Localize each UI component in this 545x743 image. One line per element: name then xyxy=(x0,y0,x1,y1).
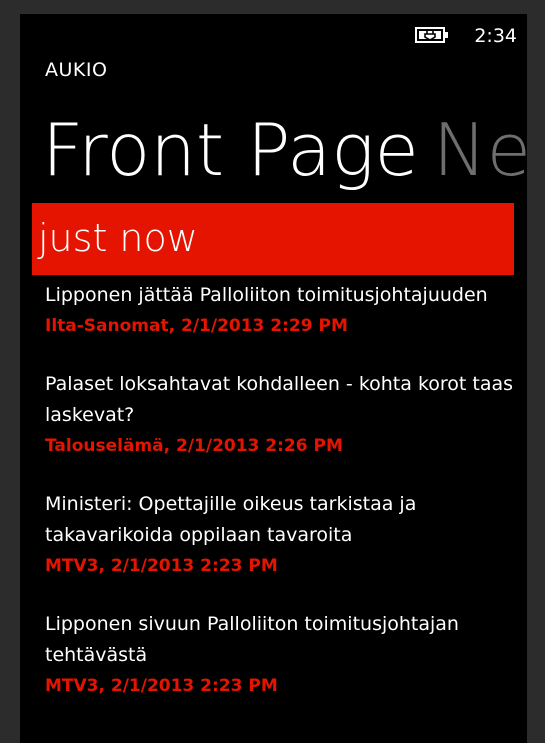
news-item[interactable]: Lipponen sivuun Palloliiton toimitusjoht… xyxy=(45,609,515,699)
app-title: AUKIO xyxy=(45,59,108,81)
news-title: Lipponen sivuun Palloliiton toimitusjoht… xyxy=(45,613,459,666)
news-meta: MTV3, 2/1/2013 2:23 PM xyxy=(45,676,278,696)
news-title: Palaset loksahtavat kohdalleen - kohta k… xyxy=(45,373,514,426)
pivot-headers: Front PageNews xyxy=(42,108,527,192)
news-item[interactable]: Lipponen jättää Palloliiton toimitusjoht… xyxy=(45,280,515,339)
section-header-label: just now xyxy=(38,216,198,260)
phone-screen: 2:34 AUKIO Front PageNews just now Lippo… xyxy=(20,14,527,743)
status-bar: 2:34 xyxy=(20,14,527,54)
news-title: Lipponen jättää Palloliiton toimitusjoht… xyxy=(45,284,488,306)
news-list: Lipponen jättää Palloliiton toimitusjoht… xyxy=(45,280,515,729)
battery-charging-icon xyxy=(415,27,448,43)
pivot-header-news[interactable]: News xyxy=(433,108,527,192)
pivot-header-front-page[interactable]: Front Page xyxy=(42,108,419,192)
news-meta: Ilta-Sanomat, 2/1/2013 2:29 PM xyxy=(45,316,348,336)
news-title: Ministeri: Opettajille oikeus tarkistaa … xyxy=(45,493,417,546)
news-item[interactable]: Palaset loksahtavat kohdalleen - kohta k… xyxy=(45,369,515,459)
news-item[interactable]: Ministeri: Opettajille oikeus tarkistaa … xyxy=(45,489,515,579)
news-meta: Talouselämä, 2/1/2013 2:26 PM xyxy=(45,436,343,456)
news-meta: MTV3, 2/1/2013 2:23 PM xyxy=(45,556,278,576)
section-header: just now xyxy=(32,203,514,275)
clock: 2:34 xyxy=(474,25,517,47)
